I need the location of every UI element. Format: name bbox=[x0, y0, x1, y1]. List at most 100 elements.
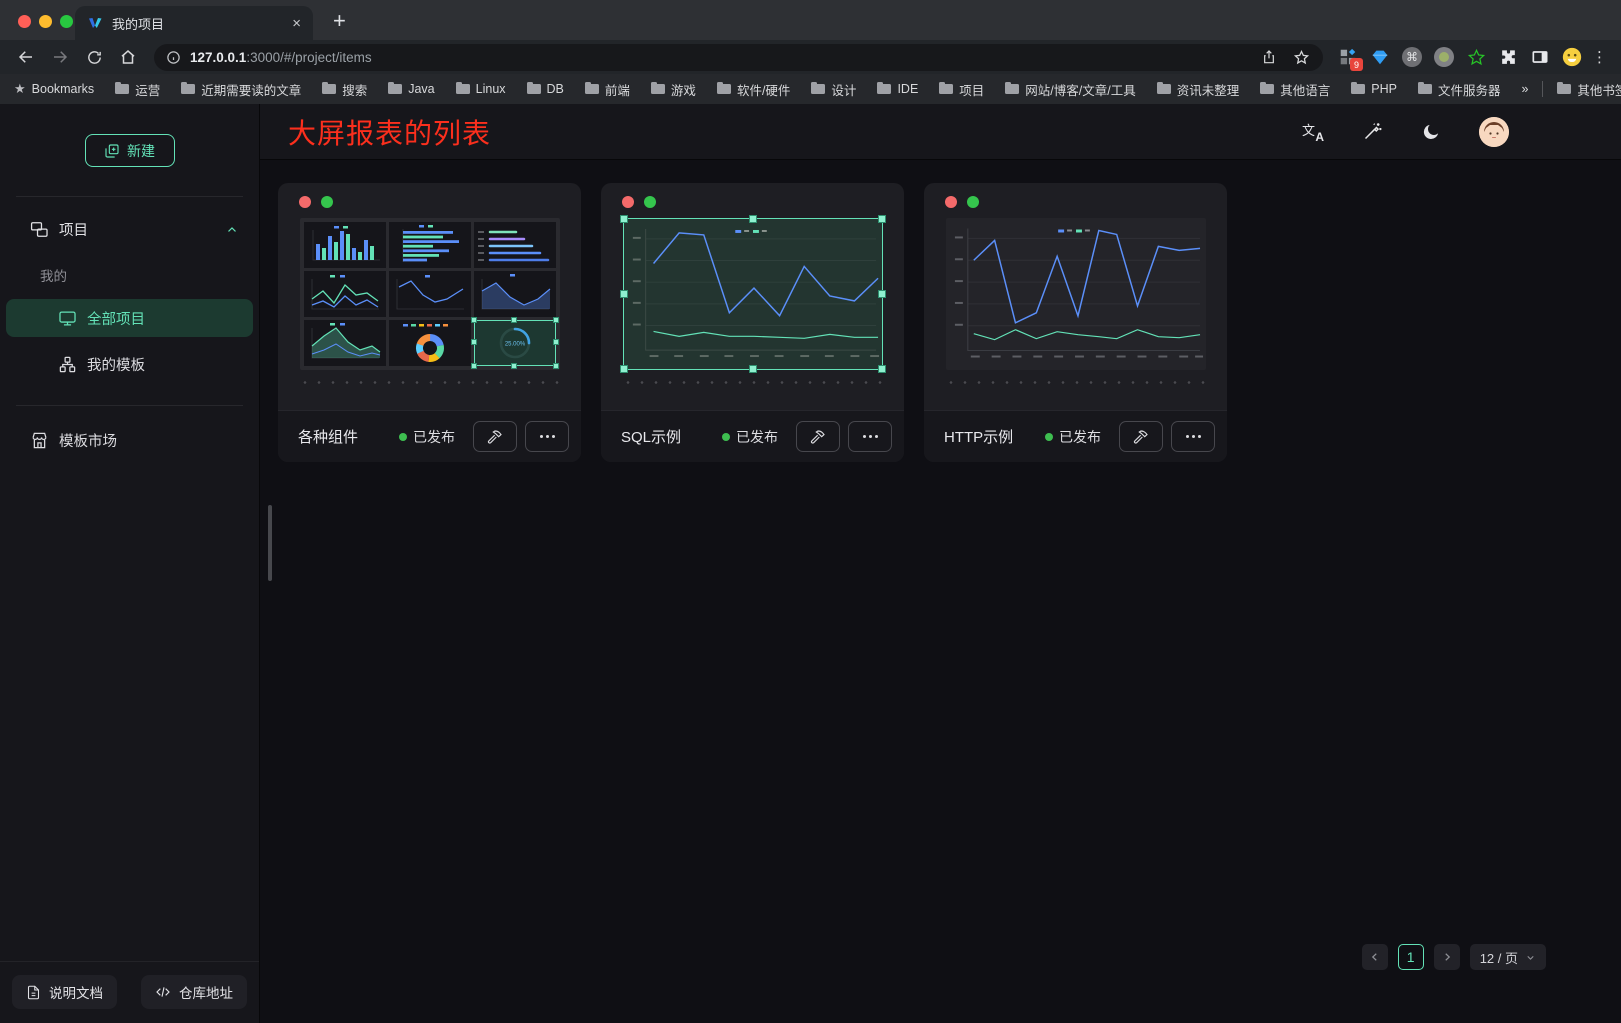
browser-tab[interactable]: 我的项目 × bbox=[75, 6, 313, 40]
chevron-up-icon[interactable] bbox=[225, 223, 239, 237]
folder-icon bbox=[1260, 84, 1274, 94]
sidebar-item-template-market[interactable]: 模板市场 bbox=[30, 430, 239, 451]
bookmark-folder[interactable]: 前端 bbox=[585, 80, 630, 99]
status-dot-icon bbox=[399, 433, 407, 441]
side-panel-icon[interactable] bbox=[1527, 44, 1553, 70]
sidebar-group-project[interactable]: 项目 bbox=[30, 219, 239, 240]
dark-mode-moon-icon[interactable] bbox=[1421, 122, 1441, 142]
sidebar-divider bbox=[16, 196, 243, 197]
bookmark-folder[interactable]: 其他语言 bbox=[1260, 80, 1330, 99]
thumb-donut-chart bbox=[389, 320, 471, 366]
storefront-icon bbox=[30, 431, 49, 450]
extension-gem-icon[interactable] bbox=[1367, 44, 1393, 70]
profile-avatar-icon[interactable] bbox=[1559, 44, 1585, 70]
window-zoom-button[interactable] bbox=[60, 15, 73, 28]
bookmark-folder[interactable]: 搜索 bbox=[322, 80, 367, 99]
bookmark-folder[interactable]: IDE bbox=[877, 82, 918, 96]
folder-icon bbox=[1157, 84, 1171, 94]
bookmark-folder[interactable]: 设计 bbox=[811, 80, 856, 99]
bookmarks-bar: ★Bookmarks 运营 近期需要读的文章 搜索 Java Linux DB … bbox=[0, 74, 1621, 104]
url-host: 127.0.0.1 bbox=[190, 50, 246, 65]
extension-green-star-icon[interactable] bbox=[1463, 44, 1489, 70]
extension-tabgroups-icon[interactable]: 9 bbox=[1335, 44, 1361, 70]
next-page-button[interactable] bbox=[1434, 944, 1460, 970]
project-thumbnail[interactable] bbox=[623, 218, 883, 370]
repo-button[interactable]: 仓库地址 bbox=[141, 975, 247, 1009]
bookmarks-root[interactable]: ★Bookmarks bbox=[14, 81, 94, 97]
bookmark-folder[interactable]: 游戏 bbox=[651, 80, 696, 99]
docs-button[interactable]: 说明文档 bbox=[12, 975, 117, 1009]
status-label: 已发布 bbox=[413, 427, 455, 447]
thumb-hbar-chart bbox=[389, 222, 471, 268]
folder-icon bbox=[877, 84, 891, 94]
bookmark-folder[interactable]: 项目 bbox=[939, 80, 984, 99]
bookmark-folder[interactable]: 文件服务器 bbox=[1418, 80, 1501, 99]
extension-recorder-icon[interactable] bbox=[1431, 44, 1457, 70]
card-footer: SQL示例 已发布 bbox=[601, 410, 904, 462]
bookmark-folder[interactable]: Java bbox=[388, 82, 434, 96]
bookmark-folder[interactable]: PHP bbox=[1351, 82, 1397, 96]
site-info-icon[interactable] bbox=[166, 50, 181, 65]
bookmark-folder[interactable]: 资讯未整理 bbox=[1157, 80, 1240, 99]
publish-status: 已发布 bbox=[1045, 427, 1101, 447]
tab-close-icon[interactable]: × bbox=[292, 16, 301, 31]
folder-icon bbox=[527, 84, 541, 94]
share-icon[interactable] bbox=[1255, 43, 1283, 71]
bookmark-folder[interactable]: 网站/博客/文章/工具 bbox=[1005, 80, 1135, 99]
star-icon: ★ bbox=[14, 81, 26, 97]
forward-icon[interactable] bbox=[46, 43, 74, 71]
edit-project-button[interactable] bbox=[1119, 421, 1163, 452]
back-icon[interactable] bbox=[12, 43, 40, 71]
hammer-icon bbox=[487, 429, 503, 445]
project-thumbnail[interactable]: 25.00% bbox=[300, 218, 560, 370]
bookmark-folder[interactable]: DB bbox=[527, 82, 564, 96]
more-actions-button[interactable] bbox=[1171, 421, 1215, 452]
window-close-button[interactable] bbox=[18, 15, 31, 28]
browser-window: 我的项目 × + 127.0.0.1:3000/#/project/items bbox=[0, 0, 1621, 1023]
address-bar[interactable]: 127.0.0.1:3000/#/project/items bbox=[154, 44, 1323, 71]
sidebar-label-mine: 我的 bbox=[40, 265, 259, 285]
card-green-dot bbox=[644, 196, 656, 208]
user-avatar[interactable] bbox=[1479, 117, 1509, 147]
bookmark-folder[interactable]: 运营 bbox=[115, 80, 160, 99]
my-templates-label: 我的模板 bbox=[87, 354, 145, 375]
reload-icon[interactable] bbox=[80, 43, 108, 71]
favicon-goview-icon bbox=[87, 15, 103, 31]
bookmark-folder[interactable]: Linux bbox=[456, 82, 506, 96]
page-number[interactable]: 1 bbox=[1398, 944, 1424, 970]
language-icon[interactable]: 文A bbox=[1302, 122, 1324, 142]
more-actions-button[interactable] bbox=[525, 421, 569, 452]
card-footer: 各种组件 已发布 bbox=[278, 410, 581, 462]
thumb-area-chart-blue bbox=[474, 271, 556, 317]
new-tab-button[interactable]: + bbox=[333, 10, 346, 32]
extensions-puzzle-icon[interactable] bbox=[1495, 44, 1521, 70]
group-project-label: 项目 bbox=[59, 219, 88, 240]
new-project-button[interactable]: 新建 bbox=[85, 134, 175, 167]
home-icon[interactable] bbox=[114, 43, 142, 71]
theme-wand-icon[interactable] bbox=[1362, 121, 1383, 142]
project-thumbnail[interactable] bbox=[946, 218, 1206, 370]
publish-status: 已发布 bbox=[722, 427, 778, 447]
folder-icon bbox=[181, 84, 195, 94]
chart-line-green bbox=[653, 331, 878, 338]
bookmarks-overflow-chevron[interactable]: » bbox=[1521, 82, 1528, 96]
folder-icon bbox=[322, 84, 336, 94]
extension-command-icon[interactable]: ⌘ bbox=[1399, 44, 1425, 70]
edit-project-button[interactable] bbox=[473, 421, 517, 452]
chrome-menu-icon[interactable]: ⋮ bbox=[1591, 48, 1609, 66]
prev-page-button[interactable] bbox=[1362, 944, 1388, 970]
page-header: 大屏报表的列表 文A bbox=[260, 104, 1621, 160]
sidebar-item-my-templates[interactable]: 我的模板 bbox=[6, 345, 253, 383]
bookmark-folder[interactable]: 软件/硬件 bbox=[717, 80, 790, 99]
scrollbar-thumb[interactable] bbox=[268, 505, 272, 581]
edit-project-button[interactable] bbox=[796, 421, 840, 452]
more-actions-button[interactable] bbox=[848, 421, 892, 452]
bookmark-star-icon[interactable] bbox=[1287, 43, 1315, 71]
bookmark-folder[interactable]: 近期需要读的文章 bbox=[181, 80, 301, 99]
sidebar-item-all-projects[interactable]: 全部项目 bbox=[6, 299, 253, 337]
folder-icon bbox=[456, 84, 470, 94]
hammer-icon bbox=[1133, 429, 1149, 445]
page-size-select[interactable]: 12 / 页 bbox=[1470, 944, 1546, 970]
window-minimize-button[interactable] bbox=[39, 15, 52, 28]
other-bookmarks[interactable]: 其他书签 bbox=[1557, 80, 1621, 99]
